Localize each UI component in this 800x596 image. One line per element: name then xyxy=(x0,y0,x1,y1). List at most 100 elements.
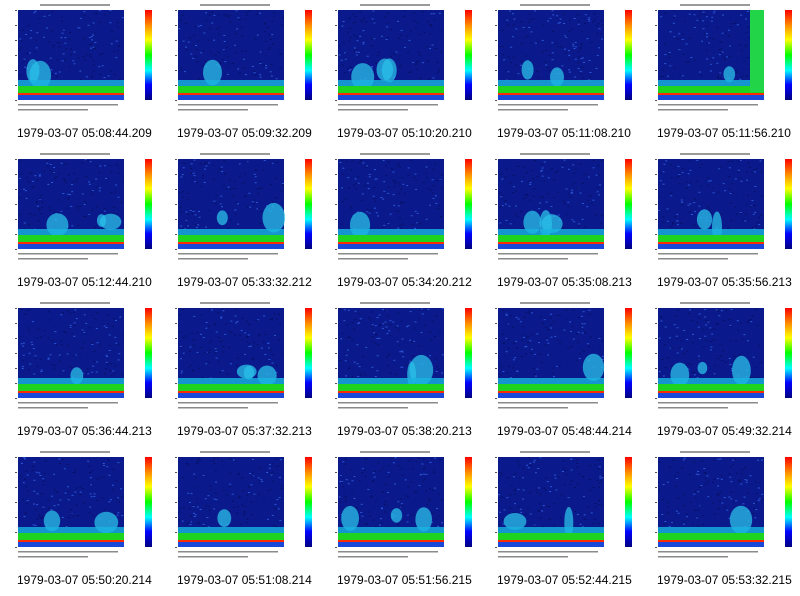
spectrogram-texture xyxy=(99,477,102,479)
spectrogram-texture xyxy=(583,518,586,520)
spectrogram-texture xyxy=(57,172,60,174)
x-axis-label-mark xyxy=(658,407,728,409)
gallery-item[interactable]: 1979-03-07 05:08:44.209 xyxy=(0,0,160,149)
spectrogram-texture xyxy=(102,476,105,478)
spectrogram-texture xyxy=(243,512,246,514)
spectrogram-texture xyxy=(575,359,578,361)
gallery-item[interactable]: 1979-03-07 05:10:20.210 xyxy=(320,0,480,149)
emission-region xyxy=(236,364,257,379)
spectrogram-texture xyxy=(108,350,111,351)
spectrogram-texture xyxy=(533,525,536,527)
gallery-item[interactable]: 1979-03-07 05:35:56.213 xyxy=(640,149,800,298)
spectrogram-texture xyxy=(556,170,559,172)
spectrogram-thumbnail[interactable] xyxy=(320,0,480,126)
spectrogram-texture xyxy=(277,465,280,467)
spectrogram-image xyxy=(175,4,312,111)
spectrogram-texture xyxy=(360,374,363,376)
spectrogram-texture xyxy=(90,56,92,58)
spectrogram-texture xyxy=(39,209,41,211)
gallery-item[interactable]: 1979-03-07 05:37:32.213 xyxy=(160,298,320,447)
spectrogram-texture xyxy=(88,181,91,183)
spectrogram-texture xyxy=(563,203,566,205)
spectrogram-texture xyxy=(384,321,387,323)
gallery-item[interactable]: 1979-03-07 05:51:56.215 xyxy=(320,447,480,596)
spectrogram-thumbnail[interactable] xyxy=(320,149,480,275)
spectrogram-texture xyxy=(702,28,705,30)
spectrogram-texture xyxy=(373,332,375,334)
spectrogram-texture xyxy=(432,168,435,170)
gallery-item[interactable]: 1979-03-07 05:09:32.209 xyxy=(160,0,320,149)
spectrogram-thumbnail[interactable] xyxy=(0,149,160,275)
spectrogram-texture xyxy=(23,457,26,459)
spectrogram-texture xyxy=(715,309,718,311)
spectrogram-texture xyxy=(361,356,364,358)
spectrogram-thumbnail[interactable] xyxy=(480,298,640,424)
gallery-item[interactable]: 1979-03-07 05:34:20.212 xyxy=(320,149,480,298)
spectrogram-texture xyxy=(677,176,680,178)
spectrogram-texture xyxy=(355,507,358,509)
spectrogram-texture xyxy=(515,64,518,66)
gallery-item[interactable]: 1979-03-07 05:33:32.212 xyxy=(160,149,320,298)
spectrogram-texture xyxy=(525,55,527,57)
spectrogram-texture xyxy=(121,374,124,376)
spectrogram-thumbnail[interactable] xyxy=(160,298,320,424)
spectrogram-thumbnail[interactable] xyxy=(640,298,800,424)
spectrogram-texture xyxy=(241,339,244,341)
spectrogram-texture xyxy=(221,206,223,208)
spectrogram-texture xyxy=(567,168,570,170)
spectrogram-texture xyxy=(685,187,688,189)
spectrogram-texture xyxy=(512,13,515,15)
gallery-item[interactable]: 1979-03-07 05:53:32.215 xyxy=(640,447,800,596)
gallery-item[interactable]: 1979-03-07 05:12:44.210 xyxy=(0,149,160,298)
spectrogram-texture xyxy=(550,168,553,169)
gallery-item[interactable]: 1979-03-07 05:35:08.213 xyxy=(480,149,640,298)
spectrogram-texture xyxy=(729,476,732,478)
spectrogram-thumbnail[interactable] xyxy=(480,0,640,126)
spectrogram-texture xyxy=(193,516,196,517)
baseline-strip xyxy=(338,244,444,249)
spectrogram-texture xyxy=(595,214,598,216)
spectrogram-thumbnail[interactable] xyxy=(0,447,160,573)
spectrogram-thumbnail[interactable] xyxy=(480,149,640,275)
spectrogram-thumbnail[interactable] xyxy=(640,447,800,573)
interference-line xyxy=(498,242,604,244)
spectrogram-texture xyxy=(758,345,761,347)
gallery-item[interactable]: 1979-03-07 05:36:44.213 xyxy=(0,298,160,447)
spectrogram-texture xyxy=(730,309,733,310)
spectrogram-texture xyxy=(112,489,115,490)
gallery-item[interactable]: 1979-03-07 05:38:20.213 xyxy=(320,298,480,447)
gallery-item[interactable]: 1979-03-07 05:11:08.210 xyxy=(480,0,640,149)
spectrogram-thumbnail[interactable] xyxy=(320,447,480,573)
gallery-item[interactable]: 1979-03-07 05:51:08.214 xyxy=(160,447,320,596)
spectrogram-texture xyxy=(29,308,32,310)
gallery-item[interactable]: 1979-03-07 05:50:20.214 xyxy=(0,447,160,596)
y-axis-tick xyxy=(655,308,657,309)
spectrogram-thumbnail[interactable] xyxy=(480,447,640,573)
spectrogram-texture xyxy=(102,463,105,464)
spectrogram-texture xyxy=(194,181,197,183)
spectrogram-texture xyxy=(599,223,602,225)
spectrogram-texture xyxy=(724,190,727,192)
spectrogram-thumbnail[interactable] xyxy=(0,0,160,126)
spectrogram-texture xyxy=(186,218,189,220)
spectrogram-texture xyxy=(66,310,69,312)
plot-title-mark xyxy=(200,4,270,6)
gallery-item[interactable]: 1979-03-07 05:48:44.214 xyxy=(480,298,640,447)
spectrogram-texture xyxy=(568,483,571,485)
gallery-item[interactable]: 1979-03-07 05:11:56.210 xyxy=(640,0,800,149)
spectrogram-thumbnail[interactable] xyxy=(0,298,160,424)
spectrogram-texture xyxy=(207,351,210,353)
spectrogram-texture xyxy=(728,473,731,475)
spectrogram-thumbnail[interactable] xyxy=(160,0,320,126)
spectrogram-texture xyxy=(395,373,398,375)
spectrogram-texture xyxy=(523,316,526,318)
spectrogram-thumbnail[interactable] xyxy=(160,447,320,573)
noise-band xyxy=(658,86,764,93)
spectrogram-thumbnail[interactable] xyxy=(640,149,800,275)
spectrogram-texture xyxy=(201,64,204,66)
spectrogram-thumbnail[interactable] xyxy=(320,298,480,424)
gallery-item[interactable]: 1979-03-07 05:52:44.215 xyxy=(480,447,640,596)
spectrogram-thumbnail[interactable] xyxy=(640,0,800,126)
spectrogram-thumbnail[interactable] xyxy=(160,149,320,275)
gallery-item[interactable]: 1979-03-07 05:49:32.214 xyxy=(640,298,800,447)
